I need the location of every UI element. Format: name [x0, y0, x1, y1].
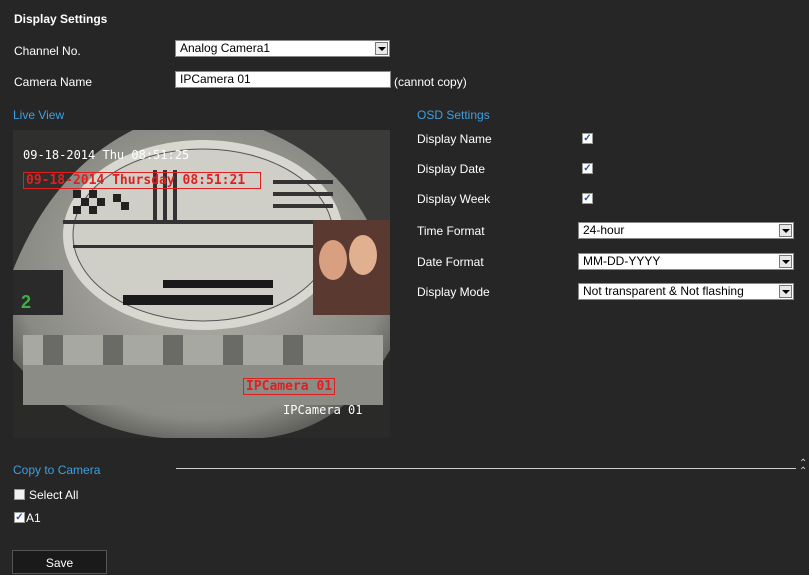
chevron-down-icon[interactable]: [779, 285, 792, 298]
display-name-checkbox[interactable]: ✓: [582, 133, 593, 144]
display-mode-select[interactable]: Not transparent & Not flashing: [578, 283, 794, 300]
display-week-checkbox[interactable]: ✓: [582, 193, 593, 204]
display-name-label: Display Name: [417, 132, 492, 146]
svg-text:2: 2: [21, 292, 31, 312]
chevron-down-icon[interactable]: [779, 224, 792, 237]
osd-camera-name-white: IPCamera 01: [283, 403, 363, 417]
channel-select-value: Analog Camera1: [180, 41, 271, 55]
select-all-checkbox[interactable]: [14, 489, 25, 500]
channel-select[interactable]: Analog Camera1: [175, 40, 390, 57]
channel-label: Channel No.: [14, 44, 81, 58]
display-week-label: Display Week: [417, 192, 491, 206]
time-format-value: 24-hour: [583, 223, 625, 237]
camera-name-input[interactable]: IPCamera 01: [175, 71, 391, 88]
osd-date-white: 09-18-2014 Thu 08:51:25: [23, 148, 190, 162]
chevron-down-icon[interactable]: [375, 42, 388, 55]
date-format-label: Date Format: [417, 255, 484, 269]
live-view-video[interactable]: 2 09-18-2014 Thu 08:51:25 09-18-2014 Thu…: [13, 130, 390, 438]
live-view-title: Live View: [13, 108, 65, 122]
chevron-down-icon[interactable]: [779, 255, 792, 268]
display-date-checkbox[interactable]: ✓: [582, 163, 593, 174]
section-divider: [176, 468, 796, 469]
osd-settings-title: OSD Settings: [417, 108, 490, 122]
save-button[interactable]: Save: [12, 550, 107, 574]
time-format-label: Time Format: [417, 224, 485, 238]
camera-name-label: Camera Name: [14, 75, 93, 89]
display-mode-label: Display Mode: [417, 285, 490, 299]
select-all-label: Select All: [29, 488, 79, 502]
osd-date-red[interactable]: 09-18-2014 Thursday 08:51:21: [23, 172, 261, 189]
a1-checkbox[interactable]: ✓: [14, 512, 25, 523]
cannot-copy-note: (cannot copy): [394, 75, 467, 89]
chevron-up-double-icon[interactable]: ⌃ ⌃: [799, 459, 807, 477]
display-date-label: Display Date: [417, 162, 486, 176]
date-format-select[interactable]: MM-DD-YYYY: [578, 253, 794, 270]
date-format-value: MM-DD-YYYY: [583, 254, 661, 268]
osd-camera-name-red[interactable]: IPCamera 01: [243, 378, 336, 395]
page-title: Display Settings: [14, 12, 108, 26]
a1-label: A1: [26, 511, 41, 525]
display-mode-value: Not transparent & Not flashing: [583, 284, 744, 298]
time-format-select[interactable]: 24-hour: [578, 222, 794, 239]
copy-to-camera-title: Copy to Camera: [13, 463, 101, 477]
